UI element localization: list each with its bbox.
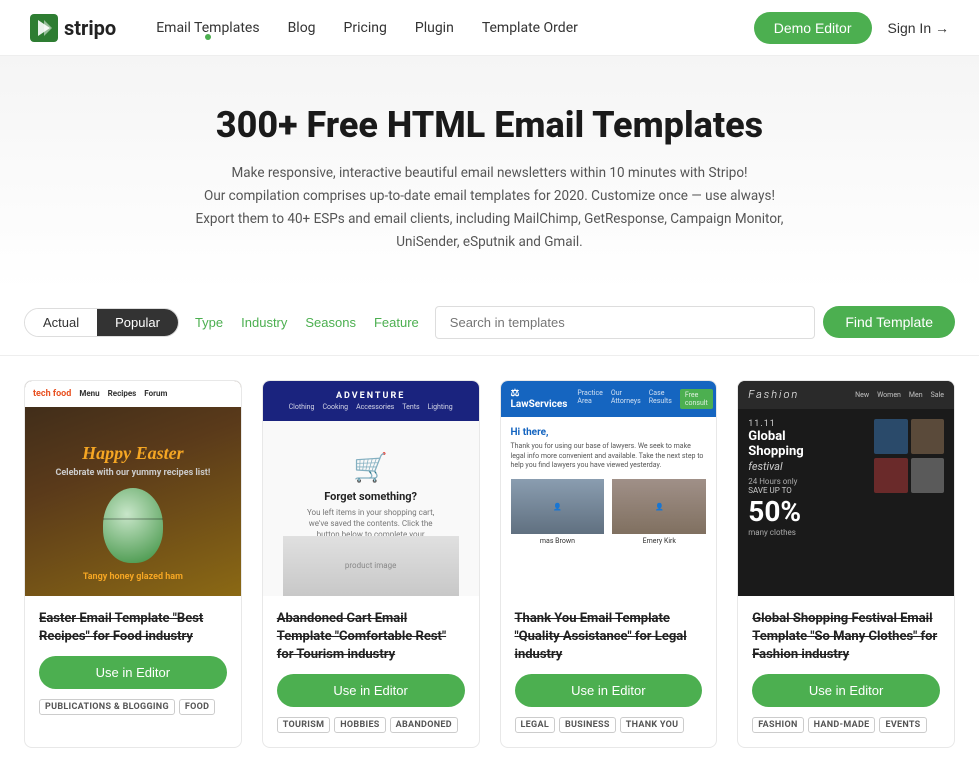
template-card-legal: ⚖ LawServices Practice AreaOur Attorneys… <box>500 380 718 749</box>
nav-blog[interactable]: Blog <box>288 20 316 36</box>
navbar: stripo Email Templates Blog Pricing Plug… <box>0 0 979 56</box>
filter-bar: Actual Popular Type Industry Seasons Fea… <box>0 290 979 356</box>
template-title-easter: Easter Email Template "Best Recipes" for… <box>39 610 227 646</box>
nav-pricing[interactable]: Pricing <box>344 20 387 36</box>
template-body-legal: Thank You Email Template "Quality Assist… <box>501 596 717 748</box>
hero-title: 300+ Free HTML Email Templates <box>20 104 959 146</box>
find-template-button[interactable]: Find Template <box>823 306 955 338</box>
template-tags-legal: LEGAL BUSINESS THANK YOU <box>515 717 703 733</box>
tag-publications: PUBLICATIONS & BLOGGING <box>39 699 175 715</box>
nav-email-templates[interactable]: Email Templates <box>156 20 259 36</box>
use-in-editor-cart[interactable]: Use in Editor <box>277 674 465 707</box>
tag-fashion: FASHION <box>752 717 803 733</box>
template-preview-cart: ADVENTURE ClothingCookingAccessoriesTent… <box>263 381 479 596</box>
template-body-cart: Abandoned Cart Email Template "Comfortab… <box>263 596 479 748</box>
template-title-cart: Abandoned Cart Email Template "Comfortab… <box>277 610 465 665</box>
tab-popular[interactable]: Popular <box>97 309 178 336</box>
template-title-fashion: Global Shopping Festival Email Template … <box>752 610 940 665</box>
tag-thank-you: THANK YOU <box>620 717 685 733</box>
filter-industry[interactable]: Industry <box>241 315 287 330</box>
template-preview-legal: ⚖ LawServices Practice AreaOur Attorneys… <box>501 381 717 596</box>
tag-events: EVENTS <box>879 717 926 733</box>
hero-section: 300+ Free HTML Email Templates Make resp… <box>0 56 979 290</box>
template-card-easter: tech food MenuRecipesForum Happy Easter … <box>24 380 242 749</box>
template-preview-fashion: Fashion NewWomenMenSale 11.11 GlobalShop… <box>738 381 954 596</box>
tag-hobbies: HOBBIES <box>334 717 385 733</box>
nav-template-order[interactable]: Template Order <box>482 20 578 36</box>
signin-button[interactable]: Sign In → <box>888 20 949 36</box>
nav-links: Email Templates Blog Pricing Plugin Temp… <box>156 20 754 36</box>
filter-feature[interactable]: Feature <box>374 315 419 330</box>
search-area: Find Template <box>435 306 955 339</box>
hero-description: Make responsive, interactive beautiful e… <box>170 162 810 254</box>
template-card-cart: ADVENTURE ClothingCookingAccessoriesTent… <box>262 380 480 749</box>
filter-links: Type Industry Seasons Feature <box>195 315 419 330</box>
filter-seasons[interactable]: Seasons <box>305 315 356 330</box>
demo-editor-button[interactable]: Demo Editor <box>754 12 872 44</box>
template-body-fashion: Global Shopping Festival Email Template … <box>738 596 954 748</box>
template-card-fashion: Fashion NewWomenMenSale 11.11 GlobalShop… <box>737 380 955 749</box>
use-in-editor-easter[interactable]: Use in Editor <box>39 656 227 689</box>
template-body-easter: Easter Email Template "Best Recipes" for… <box>25 596 241 729</box>
use-in-editor-legal[interactable]: Use in Editor <box>515 674 703 707</box>
template-tags-easter: PUBLICATIONS & BLOGGING FOOD <box>39 699 227 715</box>
use-in-editor-fashion[interactable]: Use in Editor <box>752 674 940 707</box>
tag-business: BUSINESS <box>559 717 616 733</box>
tab-actual[interactable]: Actual <box>25 309 97 336</box>
template-title-legal: Thank You Email Template "Quality Assist… <box>515 610 703 665</box>
tag-legal: LEGAL <box>515 717 555 733</box>
filter-tabs: Actual Popular <box>24 308 179 337</box>
tag-food: FOOD <box>179 699 215 715</box>
template-tags-cart: TOURISM HOBBIES ABANDONED <box>277 717 465 733</box>
tag-abandoned: ABANDONED <box>390 717 458 733</box>
filter-type[interactable]: Type <box>195 315 223 330</box>
template-grid: tech food MenuRecipesForum Happy Easter … <box>0 356 979 772</box>
search-input[interactable] <box>435 306 816 339</box>
tag-tourism: TOURISM <box>277 717 331 733</box>
logo-text: stripo <box>64 16 116 40</box>
navbar-actions: Demo Editor Sign In → <box>754 12 949 44</box>
template-tags-fashion: FASHION HAND-MADE EVENTS <box>752 717 940 733</box>
site-logo[interactable]: stripo <box>30 14 116 42</box>
tag-hand-made: HAND-MADE <box>808 717 876 733</box>
nav-plugin[interactable]: Plugin <box>415 20 454 36</box>
template-preview-easter: tech food MenuRecipesForum Happy Easter … <box>25 381 241 596</box>
